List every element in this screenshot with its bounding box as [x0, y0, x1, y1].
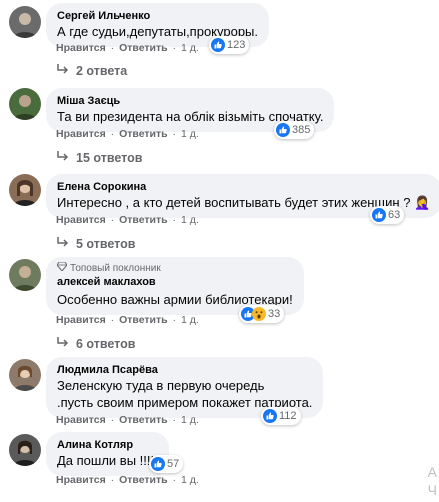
reaction-count: 33: [268, 308, 281, 320]
comment-text-content: Интересно , а кто детей воспитывать буде…: [57, 195, 411, 210]
reply-link[interactable]: Ответить: [119, 474, 168, 486]
reaction-summary[interactable]: 57: [149, 455, 184, 473]
view-replies-link[interactable]: 6 ответов: [56, 336, 135, 352]
reply-link[interactable]: Ответить: [119, 128, 168, 140]
like-reaction-icon: [276, 123, 290, 137]
avatar[interactable]: [9, 174, 41, 206]
separator: ·: [172, 214, 177, 226]
comment-age[interactable]: 1 д.: [181, 214, 199, 226]
view-replies-link[interactable]: 15 ответов: [56, 150, 142, 166]
avatar[interactable]: [9, 259, 41, 291]
comment-author[interactable]: Елена Сорокина: [57, 180, 430, 194]
reaction-count: 57: [167, 458, 180, 470]
reply-link[interactable]: Ответить: [119, 314, 168, 326]
reply-arrow-icon: [56, 63, 70, 79]
separator: ·: [110, 314, 115, 326]
reply-arrow-icon: [56, 336, 70, 352]
replies-count[interactable]: 6 ответов: [76, 337, 135, 352]
wow-reaction-icon: [252, 307, 266, 321]
reaction-count: 385: [292, 124, 311, 136]
comment-text-line: Зеленскую туда в первую очередь: [57, 378, 265, 393]
like-link[interactable]: Нравится: [56, 314, 106, 326]
comment-actions: Нравится · Ответить · 1 д.: [56, 42, 199, 55]
like-link[interactable]: Нравится: [56, 42, 106, 54]
comment-age[interactable]: 1 д.: [181, 42, 199, 54]
replies-count[interactable]: 15 ответов: [76, 151, 142, 166]
separator: ·: [172, 314, 177, 326]
separator: ·: [110, 42, 115, 54]
like-reaction-icon: [151, 457, 165, 471]
cropped-side-text: A: [427, 464, 437, 480]
separator: ·: [172, 42, 177, 54]
comment-author[interactable]: Людмила Псарёва: [57, 363, 312, 377]
reply-arrow-icon: [56, 236, 70, 252]
avatar[interactable]: [9, 359, 41, 391]
reply-link[interactable]: Ответить: [119, 214, 168, 226]
reaction-count: 123: [227, 39, 246, 51]
like-reaction-icon: [263, 409, 277, 423]
cropped-side-text: Ч: [427, 482, 437, 498]
comment-age[interactable]: 1 д.: [181, 128, 199, 140]
reaction-summary[interactable]: 123: [209, 36, 250, 54]
comment-text: Да пошли вы !!!!!: [57, 453, 158, 468]
separator: ·: [110, 128, 115, 140]
comment-author[interactable]: Сергей Ильченко: [57, 9, 258, 23]
like-reaction-icon: [211, 38, 225, 52]
reply-arrow-icon: [56, 150, 70, 166]
comment-actions: Нравится · Ответить · 1 д.: [56, 414, 199, 427]
like-link[interactable]: Нравится: [56, 414, 106, 426]
top-fan-label: Топовый поклонник: [70, 263, 161, 274]
diamond-icon: [56, 261, 68, 275]
like-link[interactable]: Нравится: [56, 214, 106, 226]
like-link[interactable]: Нравится: [56, 128, 106, 140]
comment-age[interactable]: 1 д.: [181, 414, 199, 426]
comment-age[interactable]: 1 д.: [181, 474, 199, 486]
comment-author[interactable]: Алина Котляр: [57, 438, 158, 452]
facepalm-emoji: 🤦‍♀️: [414, 195, 431, 210]
comment-actions: Нравится · Ответить · 1 д.: [56, 214, 199, 227]
comment-author[interactable]: Міша Заєць: [57, 94, 323, 108]
reaction-count: 112: [279, 410, 297, 422]
avatar[interactable]: [9, 88, 41, 120]
reaction-summary[interactable]: 33: [239, 305, 285, 323]
avatar[interactable]: [9, 434, 41, 466]
reply-link[interactable]: Ответить: [119, 414, 168, 426]
reaction-summary[interactable]: 385: [274, 121, 315, 139]
separator: ·: [172, 128, 177, 140]
separator: ·: [172, 414, 177, 426]
replies-count[interactable]: 5 ответов: [76, 237, 135, 252]
comment-author[interactable]: алексей маклахов: [57, 275, 293, 289]
replies-count[interactable]: 2 ответа: [76, 64, 127, 79]
like-reaction-icon: [372, 208, 386, 222]
view-replies-link[interactable]: 2 ответа: [56, 63, 127, 79]
reaction-count: 63: [388, 209, 401, 221]
separator: ·: [172, 474, 177, 486]
reaction-summary[interactable]: 112: [261, 407, 301, 425]
comment-actions: Нравится · Ответить · 1 д.: [56, 474, 199, 487]
reaction-summary[interactable]: 63: [370, 206, 405, 224]
reply-link[interactable]: Ответить: [119, 42, 168, 54]
avatar[interactable]: [9, 6, 41, 38]
top-fan-badge: Топовый поклонник: [56, 261, 293, 275]
comment-age[interactable]: 1 д.: [181, 314, 199, 326]
comment-actions: Нравится · Ответить · 1 д.: [56, 314, 199, 327]
separator: ·: [110, 214, 115, 226]
separator: ·: [110, 474, 115, 486]
like-link[interactable]: Нравится: [56, 474, 106, 486]
comment-actions: Нравится · Ответить · 1 д.: [56, 128, 199, 141]
separator: ·: [110, 414, 115, 426]
view-replies-link[interactable]: 5 ответов: [56, 236, 135, 252]
